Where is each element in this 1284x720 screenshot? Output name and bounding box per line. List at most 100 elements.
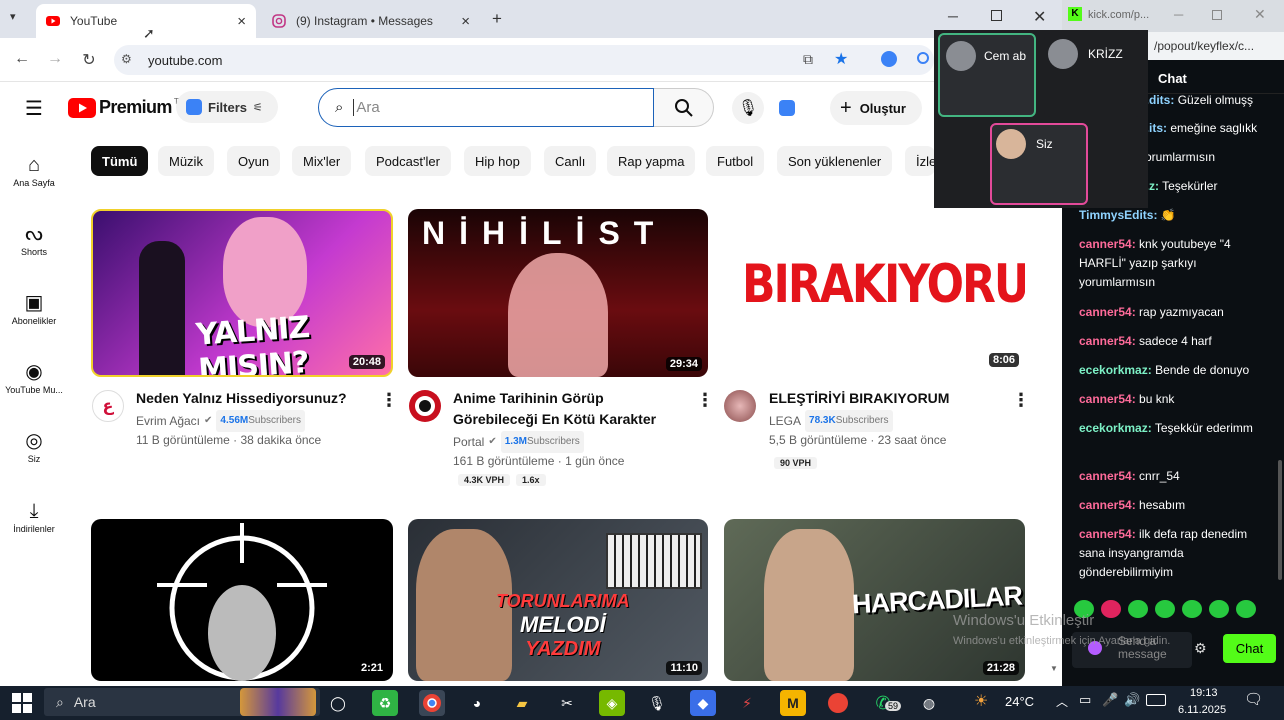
search-icon: ⌕ bbox=[56, 693, 64, 710]
chip-recently-uploaded[interactable]: Son yüklenenler bbox=[777, 146, 893, 176]
close-tab-icon[interactable]: × bbox=[461, 13, 470, 30]
close-tab-icon[interactable]: × bbox=[237, 13, 246, 30]
reload-icon[interactable]: ↻ bbox=[79, 50, 99, 70]
crosshair-graphic bbox=[157, 523, 327, 681]
microphone-app-icon[interactable]: 🎙 bbox=[644, 690, 670, 716]
participant-tile[interactable]: KRİZZ bbox=[1044, 33, 1142, 117]
chip-mixes[interactable]: Mix'ler bbox=[292, 146, 352, 176]
channel-name[interactable]: LEGA bbox=[769, 411, 801, 431]
create-label: Oluştur bbox=[859, 100, 906, 116]
chip-watched[interactable]: İzle bbox=[905, 146, 935, 176]
kick-minimize-button[interactable]: ─ bbox=[1174, 7, 1183, 22]
sidebar-item-home[interactable]: ⌂ Ana Sayfa bbox=[0, 152, 68, 188]
task-view-icon[interactable]: ◯ bbox=[325, 690, 351, 716]
sidebar-item-subscriptions[interactable]: ▣ Abonelikler bbox=[0, 290, 68, 326]
portal-logo-icon bbox=[415, 396, 435, 416]
search-input[interactable]: Ara bbox=[353, 99, 380, 116]
video-title[interactable]: Anime Tarihinin Görüp Görebileceği En Kö… bbox=[453, 388, 688, 430]
chip-music[interactable]: Müzik bbox=[158, 146, 214, 176]
channel-name[interactable]: Evrim Ağacı bbox=[136, 411, 200, 431]
chip-all[interactable]: Tümü bbox=[91, 146, 149, 176]
tray-chevron-icon[interactable]: ︿ bbox=[1056, 693, 1068, 710]
sidebar-item-shorts[interactable]: ᔓ Shorts bbox=[0, 221, 68, 257]
more-options-icon[interactable]: ⋮ bbox=[696, 390, 714, 411]
chip-gaming[interactable]: Oyun bbox=[227, 146, 281, 176]
video-title[interactable]: Neden Yalnız Hissediyorsunuz? bbox=[136, 388, 366, 409]
search-box[interactable]: ⌕ Ara bbox=[318, 88, 654, 127]
clock-time[interactable]: 19:13 bbox=[1190, 687, 1218, 699]
kick-close-button[interactable]: ✕ bbox=[1254, 6, 1266, 23]
tab-list-button[interactable]: ▾ bbox=[10, 10, 16, 23]
chip-podcasts[interactable]: Podcast'ler bbox=[365, 146, 451, 176]
channel-name[interactable]: Portal bbox=[453, 432, 484, 452]
close-window-button[interactable]: ✕ bbox=[1033, 7, 1046, 27]
voice-search-icon[interactable]: 🎙 bbox=[732, 92, 764, 124]
tab-instagram[interactable]: (9) Instagram • Messages × bbox=[262, 4, 480, 38]
more-options-icon[interactable]: ⋮ bbox=[380, 390, 398, 411]
chrome-icon[interactable] bbox=[419, 690, 445, 716]
more-options-icon[interactable]: ⋮ bbox=[1012, 390, 1030, 411]
channel-avatar[interactable]: ﻉ bbox=[92, 390, 124, 422]
browser-app-icon[interactable]: ◕ bbox=[464, 690, 490, 716]
minimize-window-button[interactable]: ─ bbox=[948, 8, 958, 24]
chip-hiphop[interactable]: Hip hop bbox=[464, 146, 531, 176]
avatar bbox=[1048, 39, 1078, 69]
chat-message: canner54: rap yazmıyacan bbox=[1079, 305, 1224, 319]
video-thumbnail[interactable]: BIRAKIYORUM 8:06 bbox=[724, 209, 1025, 377]
back-icon[interactable]: ← bbox=[12, 50, 32, 68]
kick-maximize-button[interactable] bbox=[1212, 10, 1222, 20]
file-explorer-icon[interactable]: ▰ bbox=[509, 690, 535, 716]
nvidia-icon[interactable]: ◈ bbox=[599, 690, 625, 716]
search-button[interactable] bbox=[654, 88, 714, 127]
video-title[interactable]: ELEŞTİRİYİ BIRAKIYORUM bbox=[769, 388, 999, 409]
bookmark-star-icon[interactable]: ★ bbox=[834, 49, 848, 69]
chip-football[interactable]: Futbol bbox=[706, 146, 765, 176]
sidebar-item-you[interactable]: ◎ Siz bbox=[0, 428, 68, 464]
menu-icon[interactable]: ☰ bbox=[25, 96, 43, 121]
extension-icon[interactable] bbox=[881, 51, 897, 67]
forward-icon[interactable]: → bbox=[45, 50, 65, 68]
participant-tile[interactable]: Cem ab bbox=[938, 33, 1036, 117]
video-thumbnail[interactable]: 2:21 bbox=[91, 519, 393, 681]
video-thumbnail[interactable]: HARCADILAR 21:28 bbox=[724, 519, 1025, 681]
start-button[interactable] bbox=[12, 693, 32, 713]
keyboard-icon[interactable] bbox=[1146, 694, 1166, 706]
notifications-icon[interactable]: 🗨 bbox=[1244, 690, 1263, 708]
duration-badge: 20:48 bbox=[348, 355, 385, 369]
filters-button[interactable]: Filters ⚟ bbox=[176, 91, 278, 123]
extension-icon-2[interactable] bbox=[917, 52, 929, 64]
install-app-icon[interactable]: ⧉ bbox=[803, 51, 813, 68]
microsoft-365-icon[interactable]: ◆ bbox=[690, 690, 716, 716]
clock-date[interactable]: 6.11.2025 bbox=[1178, 704, 1226, 716]
weather-temp[interactable]: 24°C bbox=[1005, 694, 1034, 709]
thumbnail-person-graphic bbox=[139, 241, 185, 375]
create-button[interactable]: + Oluştur bbox=[830, 91, 922, 125]
sidebar-item-youtube-music[interactable]: ◉ YouTube Mu... bbox=[0, 359, 68, 395]
sidebar-item-downloads[interactable]: ⤓ İndirilenler bbox=[0, 498, 68, 534]
chat-scrollbar[interactable] bbox=[1278, 460, 1282, 580]
capcut-icon[interactable]: ✂ bbox=[554, 690, 580, 716]
chat-message: canner54: ilk defa rap denedim sana insy… bbox=[1079, 527, 1248, 579]
chip-rapping[interactable]: Rap yapma bbox=[607, 146, 696, 176]
chip-live[interactable]: Canlı bbox=[544, 146, 597, 176]
channel-avatar[interactable] bbox=[724, 390, 756, 422]
page-scrollbar[interactable]: ▼ bbox=[1050, 664, 1058, 673]
new-tab-button[interactable]: + bbox=[492, 9, 502, 29]
app-icon-2[interactable]: ⚡ bbox=[734, 690, 760, 716]
video-thumbnail[interactable]: NİHİLİST 29:34 bbox=[408, 209, 708, 377]
chrome-profile-icon[interactable] bbox=[825, 690, 851, 716]
m-app-icon[interactable]: M bbox=[780, 690, 806, 716]
video-thumbnail[interactable]: TORUNLARIMA MELODİ YAZDIM 11:10 bbox=[408, 519, 708, 681]
youtube-premium-logo[interactable]: Premium TR bbox=[68, 97, 185, 118]
maximize-window-button[interactable] bbox=[991, 10, 1002, 21]
channel-avatar[interactable] bbox=[409, 390, 441, 422]
app-icon[interactable]: ♻ bbox=[372, 690, 398, 716]
participant-tile[interactable]: Siz bbox=[990, 123, 1088, 205]
video-thumbnail[interactable]: YALNIZ MISIN? 20:48 bbox=[91, 209, 393, 377]
site-info-icon[interactable]: ⚙ bbox=[121, 52, 132, 66]
volume-icon[interactable]: 🎤 bbox=[1102, 692, 1118, 708]
obs-icon[interactable]: ◍ bbox=[916, 690, 942, 716]
extension-button-icon[interactable] bbox=[779, 100, 795, 116]
network-icon[interactable]: ▭ bbox=[1079, 692, 1091, 708]
speaker-icon[interactable]: 🔊 bbox=[1124, 692, 1140, 708]
